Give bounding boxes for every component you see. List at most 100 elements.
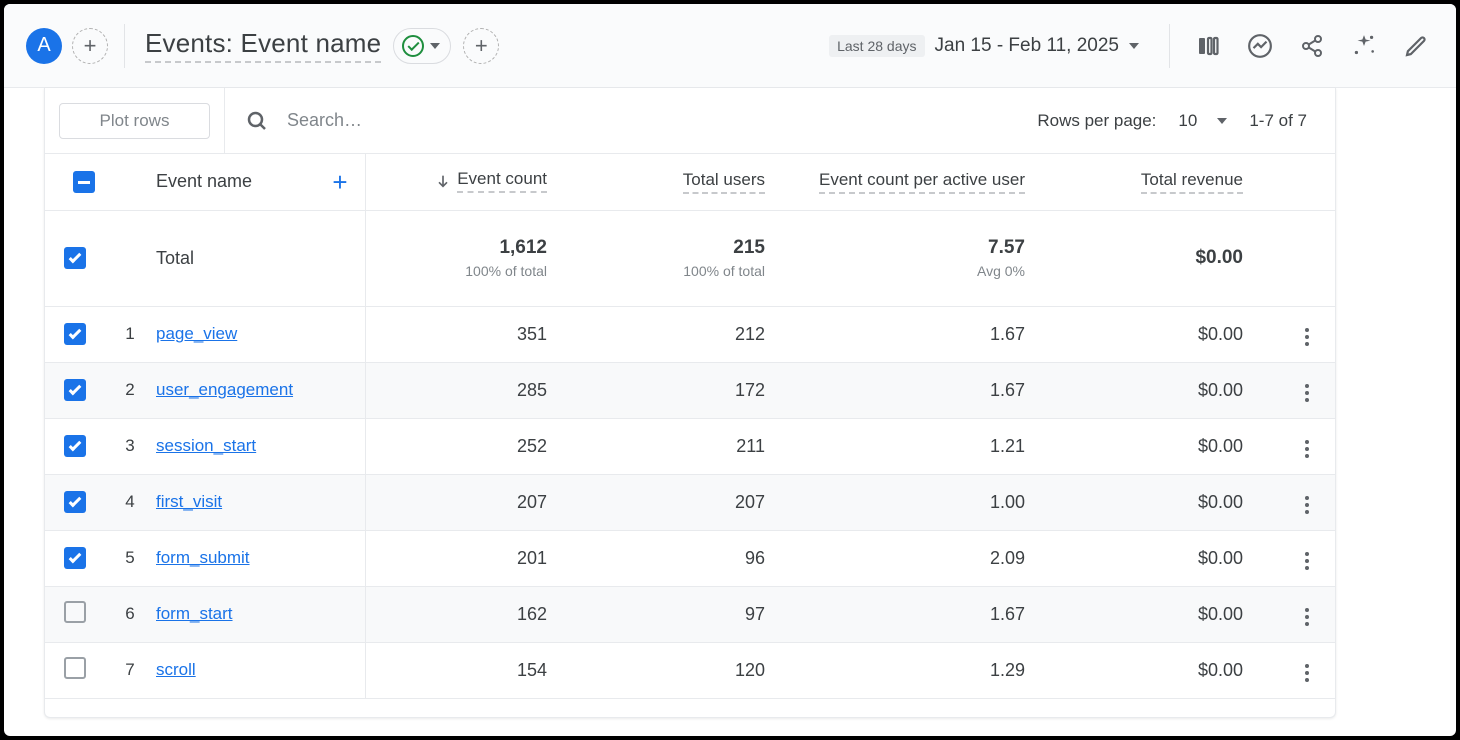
- table-row: 3session_start2522111.21$0.00: [45, 418, 1335, 474]
- event-name-link[interactable]: page_view: [156, 324, 237, 343]
- row-checkbox[interactable]: [64, 323, 86, 345]
- cell-event-count: 285: [365, 362, 583, 418]
- row-menu-button[interactable]: [1295, 325, 1319, 349]
- cell-per-user: 1.67: [801, 306, 1061, 362]
- share-button[interactable]: [1294, 28, 1330, 64]
- check-icon: [69, 250, 82, 263]
- cell-revenue: $0.00: [1061, 530, 1279, 586]
- totals-revenue: $0.00: [1062, 247, 1243, 269]
- row-menu-button[interactable]: [1295, 437, 1319, 461]
- table-row: 5form_submit201962.09$0.00: [45, 530, 1335, 586]
- cell-event-count: 201: [365, 530, 583, 586]
- totals-row: Total 1,612 100% of total 215 100% of to…: [45, 210, 1335, 306]
- check-icon: [69, 382, 82, 395]
- arrow-down-icon: [435, 173, 451, 189]
- insights-button[interactable]: [1242, 28, 1278, 64]
- row-checkbox[interactable]: [64, 491, 86, 513]
- row-index: 6: [105, 586, 155, 642]
- cell-total-users: 97: [583, 586, 801, 642]
- cell-total-users: 211: [583, 418, 801, 474]
- cell-event-count: 252: [365, 418, 583, 474]
- column-header-event-count[interactable]: Event count: [435, 169, 547, 193]
- date-range-picker[interactable]: Last 28 days Jan 15 - Feb 11, 2025: [829, 35, 1139, 57]
- toolbar-actions: [1165, 24, 1434, 68]
- check-circle-icon: [402, 35, 424, 57]
- avatar[interactable]: A: [26, 28, 62, 64]
- add-dimension-button[interactable]: +: [463, 28, 499, 64]
- cell-per-user: 1.67: [801, 362, 1061, 418]
- indeterminate-icon: [78, 181, 90, 184]
- select-all-checkbox[interactable]: [73, 171, 95, 193]
- table-row: 1page_view 3512121.67$0.00: [45, 306, 1335, 362]
- status-pill[interactable]: [393, 28, 451, 64]
- totals-event-count: 1,612: [367, 237, 548, 259]
- cell-per-user: 1.29: [801, 642, 1061, 698]
- row-menu-button[interactable]: [1295, 493, 1319, 517]
- totals-total-users-sub: 100% of total: [584, 263, 765, 279]
- compare-columns-icon: [1196, 34, 1220, 58]
- events-table: Event name + Event count Total users Eve…: [45, 154, 1335, 699]
- table-controls: Plot rows Rows per page: 10 1-7 of 7: [45, 88, 1335, 154]
- chevron-down-icon: [1129, 43, 1139, 49]
- sparkle-icon: [1351, 33, 1377, 59]
- select-all-checkbox-2[interactable]: [64, 247, 86, 269]
- cell-event-count: 351: [365, 306, 583, 362]
- rows-per-page-value: 10: [1178, 111, 1197, 131]
- row-checkbox[interactable]: [64, 435, 86, 457]
- rows-per-page-select[interactable]: 10: [1178, 111, 1227, 131]
- check-icon: [69, 494, 82, 507]
- totals-per-user-sub: Avg 0%: [802, 263, 1025, 279]
- compare-button[interactable]: [1190, 28, 1226, 64]
- event-name-link[interactable]: scroll: [156, 660, 196, 679]
- row-index: 1: [105, 306, 155, 362]
- cell-revenue: $0.00: [1061, 474, 1279, 530]
- plot-rows-button[interactable]: Plot rows: [59, 103, 210, 139]
- cell-total-users: 172: [583, 362, 801, 418]
- plus-icon: +: [84, 35, 97, 57]
- divider: [124, 24, 125, 68]
- cell-total-users: 212: [583, 306, 801, 362]
- report-card: Plot rows Rows per page: 10 1-7 of 7: [44, 88, 1336, 718]
- totals-label: Total: [156, 248, 194, 268]
- column-header-per-user[interactable]: Event count per active user: [819, 170, 1025, 194]
- row-checkbox[interactable]: [64, 547, 86, 569]
- insights-icon: [1247, 33, 1273, 59]
- event-name-link[interactable]: first_visit: [156, 492, 222, 511]
- event-name-link[interactable]: form_start: [156, 604, 233, 623]
- event-name-link[interactable]: session_start: [156, 436, 256, 455]
- search-input[interactable]: [285, 109, 1017, 132]
- cell-total-users: 207: [583, 474, 801, 530]
- check-icon: [69, 550, 82, 563]
- row-checkbox[interactable]: [64, 379, 86, 401]
- row-menu-button[interactable]: [1295, 661, 1319, 685]
- cell-total-users: 120: [583, 642, 801, 698]
- totals-event-count-sub: 100% of total: [367, 263, 548, 279]
- row-checkbox[interactable]: [64, 657, 86, 679]
- table-row: 2user_engagement2851721.67$0.00: [45, 362, 1335, 418]
- add-column-button[interactable]: +: [332, 169, 347, 195]
- column-header-total-users[interactable]: Total users: [683, 170, 765, 194]
- totals-per-user: 7.57: [802, 237, 1025, 259]
- title-group: Events: Event name +: [145, 28, 829, 64]
- row-menu-button[interactable]: [1295, 605, 1319, 629]
- row-menu-button[interactable]: [1295, 549, 1319, 573]
- cell-revenue: $0.00: [1061, 586, 1279, 642]
- cell-event-count: 154: [365, 642, 583, 698]
- pagination-range: 1-7 of 7: [1249, 111, 1307, 131]
- explore-button[interactable]: [1346, 28, 1382, 64]
- cell-per-user: 1.00: [801, 474, 1061, 530]
- rows-per-page-label: Rows per page:: [1037, 111, 1156, 131]
- cell-revenue: $0.00: [1061, 306, 1279, 362]
- add-segment-button[interactable]: +: [72, 28, 108, 64]
- column-header-revenue[interactable]: Total revenue: [1141, 170, 1243, 194]
- plus-icon: +: [475, 35, 488, 57]
- row-checkbox[interactable]: [64, 601, 86, 623]
- event-name-link[interactable]: form_submit: [156, 548, 250, 567]
- totals-total-users: 215: [584, 237, 765, 259]
- row-menu-button[interactable]: [1295, 381, 1319, 405]
- edit-button[interactable]: [1398, 28, 1434, 64]
- event-name-link[interactable]: user_engagement: [156, 380, 293, 399]
- report-title[interactable]: Events: Event name: [145, 28, 381, 63]
- column-header-name[interactable]: Event name: [156, 171, 252, 192]
- chevron-down-icon: [430, 43, 440, 49]
